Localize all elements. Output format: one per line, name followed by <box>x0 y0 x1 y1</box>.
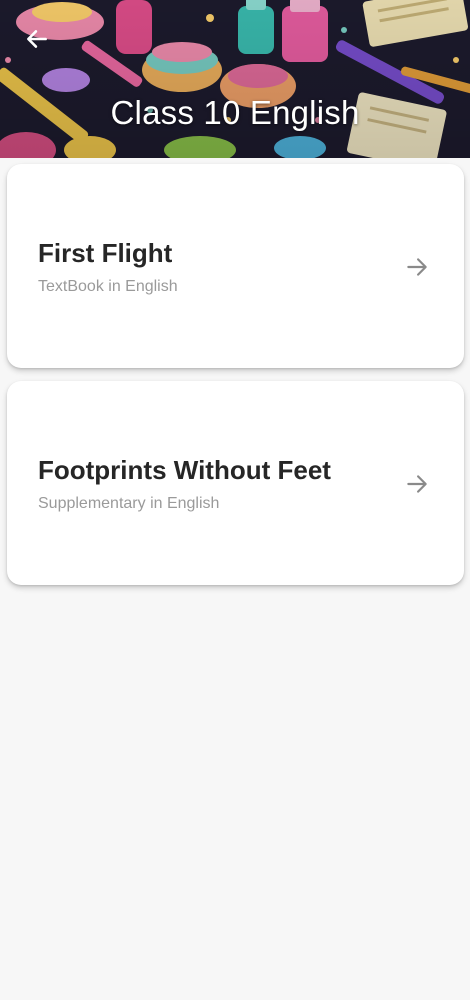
book-title: First Flight <box>38 238 173 268</box>
arrow-right-icon[interactable] <box>404 254 430 280</box>
book-title: Footprints Without Feet <box>38 455 331 485</box>
back-button[interactable] <box>20 22 54 56</box>
book-card-footprints-without-feet[interactable]: Footprints Without Feet Supplementary in… <box>7 381 464 585</box>
book-card-first-flight[interactable]: First Flight TextBook in English <box>7 164 464 368</box>
book-subtitle: TextBook in English <box>38 278 178 295</box>
book-list: First Flight TextBook in English Footpri… <box>7 164 464 598</box>
header-shade <box>0 0 470 158</box>
book-subtitle: Supplementary in English <box>38 495 220 512</box>
header-banner: Class 10 English <box>0 0 470 158</box>
arrow-left-icon <box>27 30 47 48</box>
page-title: Class 10 English <box>110 94 360 131</box>
arrow-right-icon[interactable] <box>404 471 430 497</box>
